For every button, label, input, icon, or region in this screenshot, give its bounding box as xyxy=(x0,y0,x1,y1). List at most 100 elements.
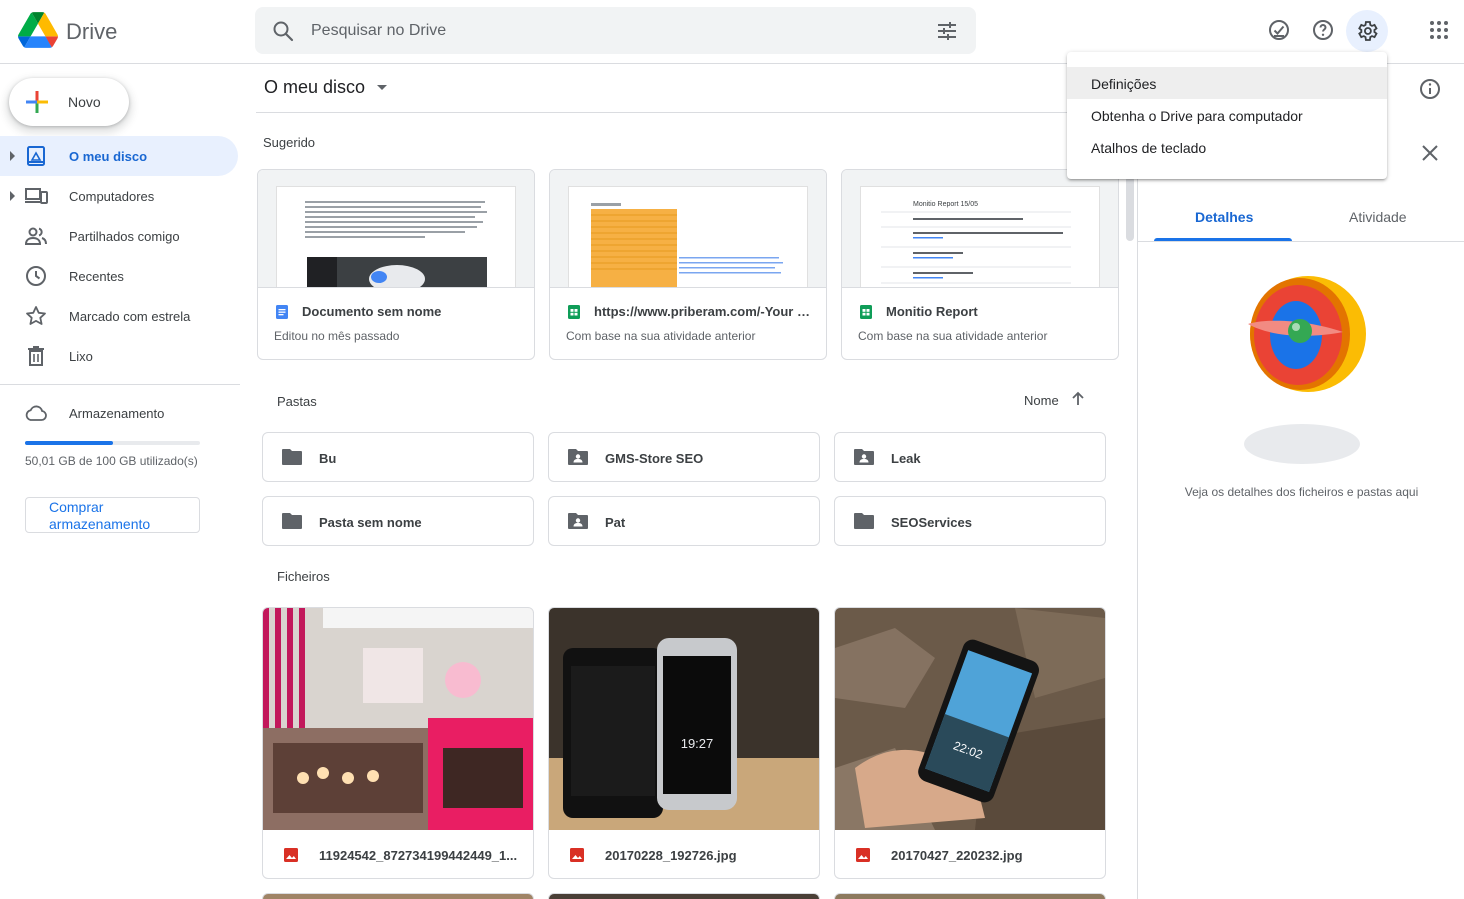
new-button[interactable]: Novo xyxy=(9,78,129,126)
suggested-file-card[interactable]: Documento sem nome Editou no mês passado xyxy=(257,169,535,360)
file-name: Monitio Report xyxy=(886,304,978,319)
folder-item[interactable]: Bu xyxy=(262,432,534,482)
folder-item[interactable]: Leak xyxy=(834,432,1106,482)
sidebar: Novo O meu disco Computadores Partilhado… xyxy=(0,64,240,899)
gear-icon xyxy=(1358,21,1378,41)
info-icon[interactable] xyxy=(1418,77,1442,101)
folder-name: Bu xyxy=(319,451,337,466)
folder-name: Pasta sem nome xyxy=(319,515,422,530)
details-panel: Detalhes Atividade Veja os detalhes dos … xyxy=(1137,64,1464,899)
breadcrumb-dropdown-icon[interactable] xyxy=(377,85,387,90)
sidebar-item-my-drive[interactable]: O meu disco xyxy=(0,136,238,176)
main-divider xyxy=(256,112,1137,113)
drive-logo-icon[interactable] xyxy=(18,12,58,48)
trash-icon xyxy=(28,346,44,366)
suggested-file-card[interactable]: Monitio Report 15/05 Monitio Report Com … xyxy=(841,169,1119,360)
tab-activity[interactable]: Atividade xyxy=(1349,209,1407,225)
file-card[interactable]: 11924542_872734199442449_1... xyxy=(262,607,534,879)
sidebar-item-label: Partilhados comigo xyxy=(69,229,180,244)
tab-details[interactable]: Detalhes xyxy=(1195,209,1253,225)
settings-menu: Definições Obtenha o Drive para computad… xyxy=(1067,52,1387,179)
shared-icon xyxy=(24,227,47,245)
sort-ascending-icon[interactable] xyxy=(1070,391,1086,407)
menu-item-get-drive-desktop[interactable]: Obtenha o Drive para computador xyxy=(1067,99,1387,131)
buy-storage-button[interactable]: Comprar armazenamento xyxy=(25,497,200,533)
plus-icon xyxy=(26,91,48,113)
sidebar-item-recent[interactable]: Recentes xyxy=(0,256,238,296)
sidebar-item-label: Recentes xyxy=(69,269,124,284)
menu-item-settings[interactable]: Definições xyxy=(1067,67,1387,99)
folder-item[interactable]: SEOServices xyxy=(834,496,1106,546)
folder-item[interactable]: Pasta sem nome xyxy=(262,496,534,546)
folder-icon xyxy=(282,449,302,465)
new-button-label: Novo xyxy=(68,94,101,110)
image-file-icon xyxy=(284,848,298,862)
computers-icon xyxy=(25,188,48,204)
main-scrollbar[interactable] xyxy=(1126,176,1134,241)
shared-folder-icon xyxy=(568,449,588,465)
file-meta: Com base na sua atividade anterior xyxy=(858,329,1048,343)
shared-folder-icon xyxy=(568,513,588,529)
ready-offline-icon[interactable] xyxy=(1265,16,1293,44)
folder-name: Leak xyxy=(891,451,921,466)
search-input[interactable] xyxy=(311,17,871,45)
close-icon[interactable] xyxy=(1419,142,1441,164)
details-empty-text: Veja os detalhes dos ficheiros e pastas … xyxy=(1184,485,1419,499)
folder-item[interactable]: GMS-Store SEO xyxy=(548,432,820,482)
folder-name: Pat xyxy=(605,515,626,530)
folder-icon xyxy=(854,513,874,529)
google-sheets-icon xyxy=(860,305,872,319)
clock-icon xyxy=(26,266,46,286)
google-docs-icon xyxy=(276,305,288,319)
file-preview: Monitio Report 15/05 xyxy=(842,170,1118,288)
image-file-icon xyxy=(570,848,584,862)
file-name: 11924542_872734199442449_1... xyxy=(319,848,518,863)
folder-name: GMS-Store SEO xyxy=(605,451,704,466)
expand-arrow-icon[interactable] xyxy=(10,151,15,161)
search-options-icon[interactable] xyxy=(935,19,959,43)
files-title: Ficheiros xyxy=(277,569,330,584)
file-name: Documento sem nome xyxy=(302,304,442,319)
file-card[interactable] xyxy=(548,893,820,899)
sidebar-item-shared[interactable]: Partilhados comigo xyxy=(0,216,238,256)
sort-by-name-button[interactable]: Nome xyxy=(1024,393,1059,408)
search-icon[interactable] xyxy=(271,19,295,43)
file-card[interactable]: 19:27 20170228_192726.jpg xyxy=(548,607,820,879)
expand-arrow-icon[interactable] xyxy=(10,191,15,201)
preview-title: Monitio Report 15/05 xyxy=(913,201,978,208)
apps-grid-icon[interactable] xyxy=(1425,16,1453,44)
sidebar-divider xyxy=(0,384,240,385)
sidebar-item-starred[interactable]: Marcado com estrela xyxy=(0,296,238,336)
phone-screen-time: 19:27 xyxy=(681,736,714,751)
image-thumbnail xyxy=(263,608,533,830)
google-sheets-icon xyxy=(568,305,580,319)
main-content: O meu disco Sugerido Documento sem nome … xyxy=(240,64,1137,899)
file-card[interactable] xyxy=(262,893,534,899)
breadcrumb[interactable]: O meu disco xyxy=(264,77,365,98)
sidebar-item-label: O meu disco xyxy=(69,149,148,164)
folders-title: Pastas xyxy=(277,394,317,409)
file-meta: Editou no mês passado xyxy=(274,329,400,343)
sidebar-item-label: Computadores xyxy=(69,189,155,204)
file-preview xyxy=(550,170,826,288)
image-thumbnail: 22:02 xyxy=(835,608,1105,830)
image-file-icon xyxy=(856,848,870,862)
help-icon[interactable] xyxy=(1309,16,1337,44)
menu-item-keyboard-shortcuts[interactable]: Atalhos de teclado xyxy=(1067,131,1387,163)
folder-item[interactable]: Pat xyxy=(548,496,820,546)
sidebar-item-label: Lixo xyxy=(69,349,93,364)
file-card[interactable] xyxy=(834,893,1106,899)
shared-folder-icon xyxy=(854,449,874,465)
file-card[interactable]: 22:02 20170427_220232.jpg xyxy=(834,607,1106,879)
file-name: 20170427_220232.jpg xyxy=(891,848,1023,863)
sidebar-item-storage[interactable]: Armazenamento xyxy=(0,393,238,433)
image-thumbnail: 19:27 xyxy=(549,608,819,830)
sidebar-item-trash[interactable]: Lixo xyxy=(0,336,238,376)
settings-button[interactable] xyxy=(1346,10,1388,52)
star-icon xyxy=(26,306,46,325)
sidebar-item-computers[interactable]: Computadores xyxy=(0,176,238,216)
suggested-file-card[interactable]: https://www.priberam.com/-Your p... Com … xyxy=(549,169,827,360)
folder-icon xyxy=(282,513,302,529)
storage-progress-bar xyxy=(25,441,200,445)
search-bar[interactable] xyxy=(255,7,976,54)
